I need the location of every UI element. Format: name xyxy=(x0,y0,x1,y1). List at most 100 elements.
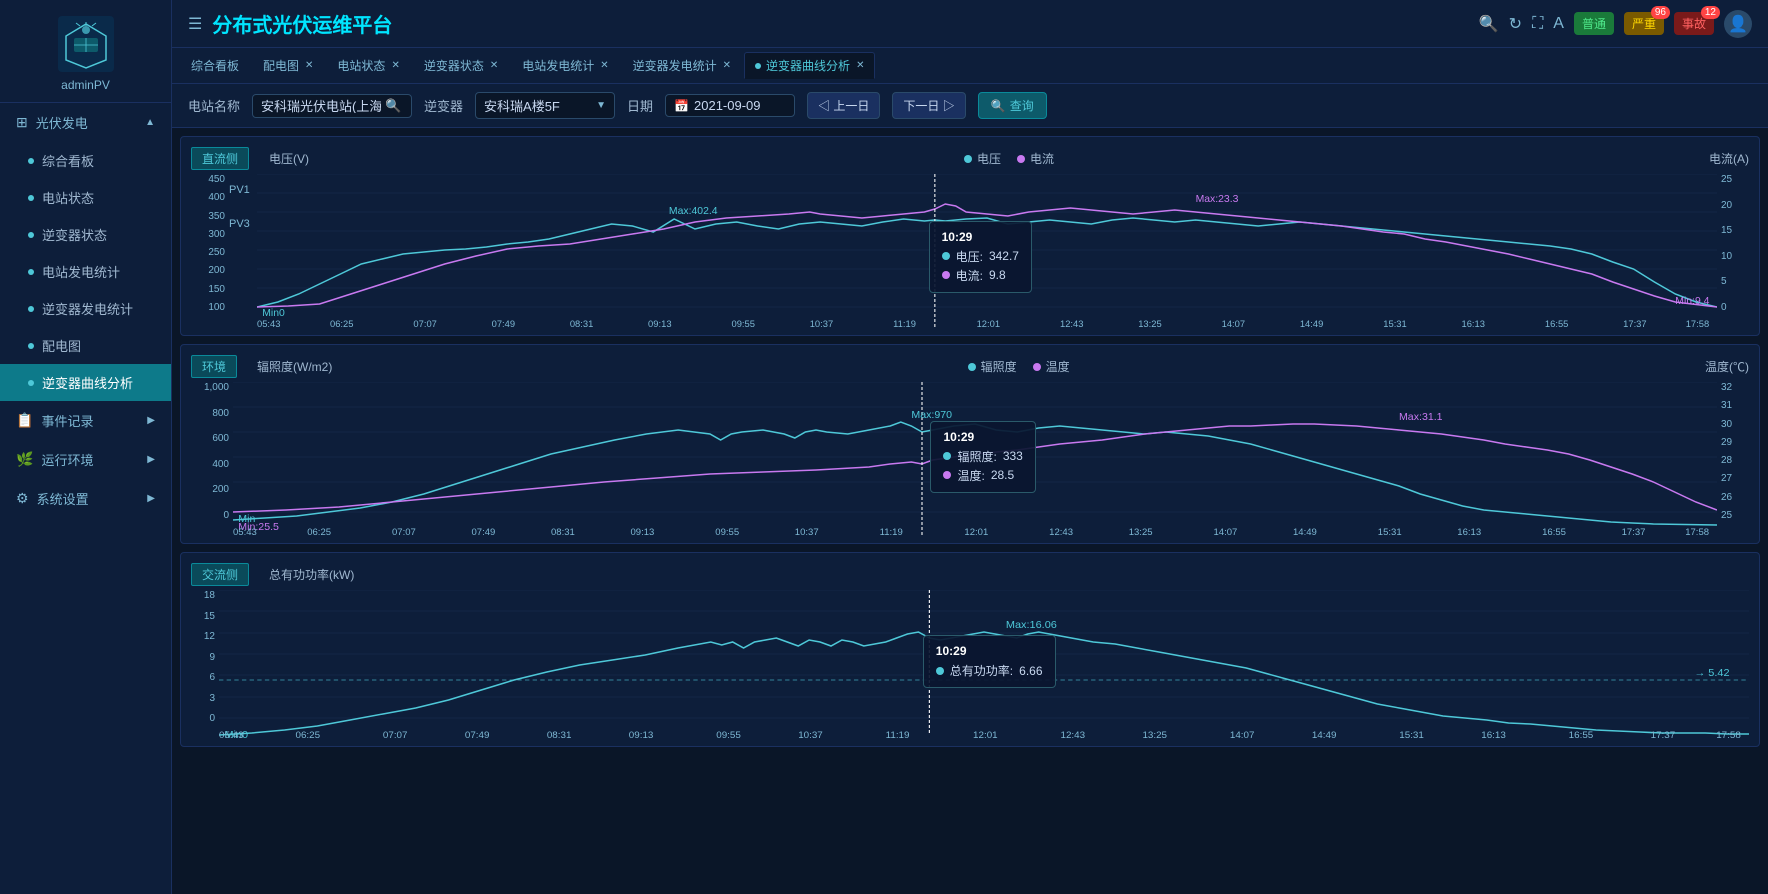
user-avatar[interactable]: 👤 xyxy=(1724,10,1752,38)
fullscreen-button[interactable]: ⛶ xyxy=(1532,15,1543,33)
sidebar-group-photovoltaic[interactable]: ⊞ 光伏发电 ▲ xyxy=(0,103,171,142)
current-legend: 电流 xyxy=(1017,150,1054,167)
sidebar-item-label: 配电图 xyxy=(42,336,81,355)
sidebar-item-station-stats[interactable]: 电站发电统计 xyxy=(0,253,171,290)
next-day-button[interactable]: 下一日 ▷ xyxy=(892,92,965,119)
sidebar-group-events[interactable]: 📋 事件记录 ▶ xyxy=(0,401,171,440)
main-content: ☰ 分布式光伏运维平台 🔍 ↻ ⛶ A 普通 96 严重 12 事故 👤 xyxy=(172,0,1768,894)
normal-badge-button[interactable]: 普通 xyxy=(1574,12,1614,35)
svg-text:17:58: 17:58 xyxy=(1686,319,1709,329)
prev-day-button[interactable]: ◁ 上一日 xyxy=(807,92,880,119)
tab-label: 逆变器曲线分析 xyxy=(766,57,850,74)
sidebar-item-inverter-curve[interactable]: 逆变器曲线分析 xyxy=(0,364,171,401)
tab-inverter-stats[interactable]: 逆变器发电统计 ✕ xyxy=(622,52,742,79)
env-y-label: 辐照度(W/m2) xyxy=(257,358,332,375)
svg-text:14:49: 14:49 xyxy=(1312,729,1337,740)
tab-inverter-status[interactable]: 逆变器状态 ✕ xyxy=(413,52,509,79)
chart-dc-panel: 直流侧 电压(V) 电压 电流 电流(A) 450 xyxy=(180,136,1760,336)
svg-text:17:37: 17:37 xyxy=(1651,729,1676,740)
y-tick-right: 32 xyxy=(1721,382,1749,393)
sidebar-item-station-status[interactable]: 电站状态 xyxy=(0,179,171,216)
svg-text:07:07: 07:07 xyxy=(413,319,436,329)
svg-text:12:43: 12:43 xyxy=(1061,729,1086,740)
grid-icon: ⊞ xyxy=(16,114,28,131)
station-search-icon[interactable]: 🔍 xyxy=(385,98,401,114)
tab-inverter-curve[interactable]: 逆变器曲线分析 ✕ xyxy=(744,52,875,79)
sidebar-logo: adminPV xyxy=(0,0,171,103)
y-tick: 450 xyxy=(191,174,225,185)
menu-toggle-button[interactable]: ☰ xyxy=(188,14,202,34)
y-tick-right: 0 xyxy=(1721,302,1749,313)
tab-label: 综合看板 xyxy=(191,57,239,74)
tab-close-icon[interactable]: ✕ xyxy=(600,61,608,71)
irradiance-legend: 辐照度 xyxy=(968,358,1017,375)
voltage-legend-label: 电压 xyxy=(977,150,1001,167)
svg-text:13:25: 13:25 xyxy=(1138,319,1161,329)
y-axis-left: 450 400 350 300 250 200 150 100 xyxy=(191,174,229,329)
svg-text:06:25: 06:25 xyxy=(296,729,321,740)
y-axis-right: 32 31 30 29 28 27 26 25 xyxy=(1717,382,1749,537)
nav-dot xyxy=(28,306,34,312)
chart1-legend: 电压 电流 xyxy=(964,150,1054,167)
svg-text:16:55: 16:55 xyxy=(1542,527,1566,537)
pv-labels: PV1 PV3 xyxy=(229,174,257,329)
date-input[interactable] xyxy=(694,98,784,113)
svg-text:09:55: 09:55 xyxy=(716,729,741,740)
sidebar-group-label: 光伏发电 xyxy=(36,113,88,132)
tab-close-icon[interactable]: ✕ xyxy=(723,61,731,71)
svg-text:14:07: 14:07 xyxy=(1230,729,1255,740)
sidebar-item-dashboard[interactable]: 综合看板 xyxy=(0,142,171,179)
irradiance-legend-label: 辐照度 xyxy=(981,358,1017,375)
date-input-group: 📅 xyxy=(665,94,795,117)
date-label: 日期 xyxy=(627,96,653,115)
env-section-label: 环境 xyxy=(191,355,237,378)
danger-badge-count: 12 xyxy=(1701,6,1720,19)
tab-close-icon[interactable]: ✕ xyxy=(490,61,498,71)
y-tick: 12 xyxy=(191,631,215,642)
station-input[interactable] xyxy=(261,98,381,113)
svg-text:05:43: 05:43 xyxy=(219,729,244,740)
chart-env-body: 1,000 800 600 400 200 0 xyxy=(191,382,1749,537)
tab-station-stats[interactable]: 电站发电统计 ✕ xyxy=(511,52,619,79)
tab-label: 电站发电统计 xyxy=(522,57,594,74)
nav-dot xyxy=(28,380,34,386)
temp-legend-dot xyxy=(1033,363,1041,371)
tab-close-icon[interactable]: ✕ xyxy=(305,61,313,71)
search-button[interactable]: 🔍 xyxy=(1479,14,1499,34)
sidebar-item-inverter-status[interactable]: 逆变器状态 xyxy=(0,216,171,253)
y-tick: 0 xyxy=(191,713,215,724)
svg-text:07:07: 07:07 xyxy=(392,527,416,537)
y-tick: 200 xyxy=(191,265,225,276)
chart-ac-svg: Max:16.06 Min0 → 5.42 05:43 06:25 07:07 … xyxy=(219,590,1749,740)
tab-dashboard[interactable]: 综合看板 xyxy=(180,52,250,79)
ac-y-label: 总有功功率(kW) xyxy=(269,566,354,583)
sidebar-group-environment[interactable]: 🌿 运行环境 ▶ xyxy=(0,440,171,479)
font-button[interactable]: A xyxy=(1553,15,1564,33)
inverter-select[interactable]: 安科瑞A楼5F ▼ xyxy=(475,92,615,119)
svg-text:12:43: 12:43 xyxy=(1049,527,1073,537)
danger-badge-button[interactable]: 12 事故 xyxy=(1674,12,1714,35)
svg-text:13:25: 13:25 xyxy=(1142,729,1167,740)
tab-distribution[interactable]: 配电图 ✕ xyxy=(252,52,324,79)
tab-station-status[interactable]: 电站状态 ✕ xyxy=(326,52,410,79)
svg-text:10:37: 10:37 xyxy=(810,319,833,329)
sidebar-group-label: 事件记录 xyxy=(41,411,93,430)
y-tick-right: 25 xyxy=(1721,174,1749,185)
pv1-label: PV1 xyxy=(229,184,257,196)
sidebar-item-inverter-stats[interactable]: 逆变器发电统计 xyxy=(0,290,171,327)
warning-badge-button[interactable]: 96 严重 xyxy=(1624,12,1664,35)
tab-close-icon[interactable]: ✕ xyxy=(391,61,399,71)
max-current-label: Max:23.3 xyxy=(1196,194,1239,205)
power-line xyxy=(219,632,1749,735)
svg-text:08:31: 08:31 xyxy=(551,527,575,537)
tab-close-icon[interactable]: ✕ xyxy=(856,61,864,71)
svg-text:14:07: 14:07 xyxy=(1222,319,1245,329)
query-button[interactable]: 🔍 查询 xyxy=(978,92,1047,119)
sidebar-item-distribution[interactable]: 配电图 xyxy=(0,327,171,364)
svg-text:16:13: 16:13 xyxy=(1481,729,1506,740)
y-tick: 6 xyxy=(191,672,215,683)
chart-ac-panel: 交流侧 总有功功率(kW) 18 15 12 9 6 3 0 xyxy=(180,552,1760,747)
refresh-button[interactable]: ↻ xyxy=(1509,14,1522,34)
svg-text:12:01: 12:01 xyxy=(964,527,988,537)
sidebar-group-settings[interactable]: ⚙ 系统设置 ▶ xyxy=(0,479,171,518)
